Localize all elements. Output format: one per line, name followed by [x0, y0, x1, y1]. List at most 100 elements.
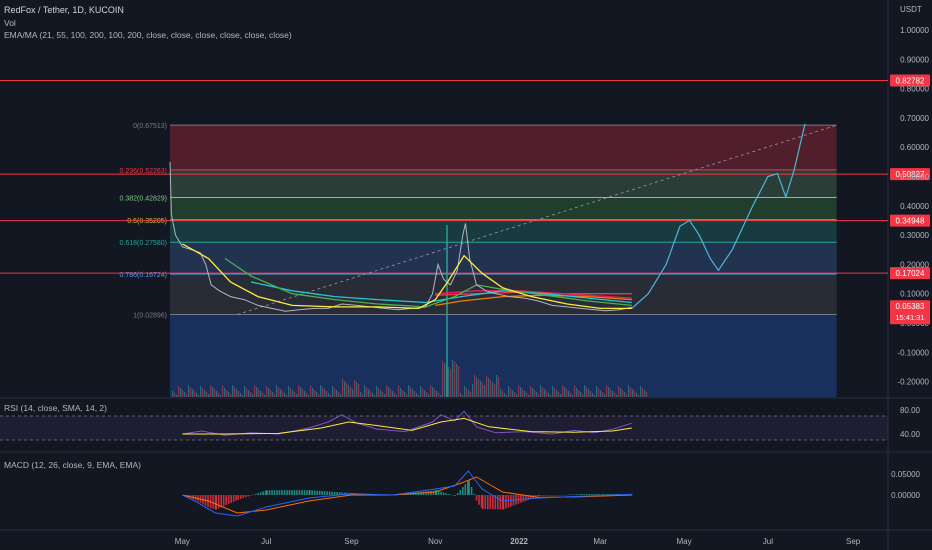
- macd-histogram-bar: [459, 490, 462, 495]
- macd-histogram-bar: [296, 490, 298, 495]
- macd-histogram-bar: [548, 495, 550, 496]
- volume-bar: [642, 388, 644, 397]
- volume-bar: [510, 388, 512, 397]
- macd-histogram-bar: [600, 494, 603, 495]
- volume-bar: [560, 394, 562, 397]
- macd-histogram-bar: [323, 491, 326, 495]
- macd-histogram-bar: [475, 495, 478, 501]
- volume-bar: [504, 393, 506, 397]
- rsi-tick-label: 80.00: [900, 406, 921, 415]
- volume-bar: [420, 386, 422, 397]
- macd-histogram-bar: [321, 491, 323, 495]
- volume-bar: [624, 392, 626, 397]
- volume-bar: [640, 386, 642, 397]
- macd-histogram-bar: [452, 495, 455, 496]
- macd-histogram-bar: [598, 494, 601, 495]
- macd-histogram-bar: [306, 490, 308, 495]
- macd-histogram-bar: [326, 491, 328, 495]
- volume-bar: [188, 385, 190, 397]
- volume-bar: [288, 386, 290, 397]
- volume-bar: [232, 385, 234, 397]
- volume-bar: [298, 385, 300, 397]
- macd-histogram-bar: [553, 495, 555, 496]
- volume-bar: [260, 391, 262, 397]
- volume-bar: [202, 388, 204, 397]
- y-tick-label: -0.10000: [897, 348, 929, 357]
- macd-histogram-bar: [283, 490, 286, 495]
- volume-bar: [546, 391, 548, 397]
- volume-bar: [172, 391, 174, 397]
- volume-bar: [506, 395, 508, 397]
- volume-bar: [294, 392, 296, 397]
- ema-ma-label: EMA/MA (21, 55, 100, 200, 100, 200, clos…: [4, 30, 292, 40]
- fib-zone: [170, 219, 837, 243]
- volume-bar: [290, 388, 292, 397]
- volume-bar: [436, 391, 438, 397]
- volume-bar: [364, 385, 366, 397]
- volume-bar: [266, 386, 268, 397]
- fib-label: 0.5(0.35205): [127, 218, 167, 225]
- x-tick-label: Jul: [261, 537, 271, 546]
- volume-bar: [180, 388, 182, 397]
- volume-bar: [438, 393, 440, 397]
- volume-bar: [368, 389, 370, 397]
- volume-bar: [502, 391, 504, 397]
- volume-bar: [534, 390, 536, 397]
- volume-bar: [206, 392, 208, 397]
- macd-histogram-bar: [563, 494, 565, 496]
- volume-bar: [518, 385, 520, 397]
- volume-bar: [422, 388, 424, 397]
- macd-histogram-bar: [573, 494, 575, 495]
- volume-bar: [454, 362, 456, 397]
- macd-histogram-bar: [593, 494, 596, 495]
- volume-bar: [414, 391, 416, 397]
- volume-bar: [230, 394, 232, 397]
- volume-bar: [572, 395, 574, 397]
- x-tick-label: May: [175, 537, 190, 546]
- volume-bar: [564, 387, 566, 397]
- macd-histogram-bar: [268, 490, 271, 495]
- volume-bar: [220, 395, 222, 397]
- volume-bar: [542, 387, 544, 397]
- volume-bar: [222, 386, 224, 397]
- volume-bar: [508, 386, 510, 397]
- volume-bar: [374, 395, 376, 397]
- volume-bar: [280, 389, 282, 397]
- macd-histogram-bar: [430, 490, 432, 495]
- tradingview-chart[interactable]: 0(0.67513) 0.236(0.52263) 0.382(0.42829) 0.…: [0, 0, 932, 550]
- volume-bar: [426, 392, 428, 397]
- volume-bar: [462, 395, 464, 397]
- volume-bar: [618, 386, 620, 397]
- volume-bar: [394, 393, 396, 397]
- volume-bar: [616, 395, 618, 397]
- volume-bar: [608, 387, 610, 397]
- macd-histogram-bar: [457, 493, 459, 495]
- volume-bar: [474, 375, 476, 397]
- volume-bar: [598, 388, 600, 397]
- volume-bar: [236, 389, 238, 397]
- volume-bar: [254, 385, 256, 397]
- macd-histogram-bar: [262, 491, 264, 495]
- macd-histogram-bar: [215, 495, 217, 510]
- volume-bar: [184, 392, 186, 397]
- volume-bar: [586, 387, 588, 397]
- macd-histogram-bar: [276, 490, 278, 495]
- macd-histogram-bar: [570, 494, 573, 495]
- volume-bar: [198, 395, 200, 397]
- volume-bar: [268, 388, 270, 397]
- macd-histogram-bar: [298, 490, 301, 495]
- volume-bar: [366, 387, 368, 397]
- volume-bar: [612, 391, 614, 397]
- macd-histogram-bar: [303, 490, 306, 495]
- volume-bar: [466, 388, 468, 397]
- y-tick-label: 0.60000: [900, 143, 929, 152]
- volume-bar: [224, 388, 226, 397]
- volume-bar: [378, 388, 380, 397]
- macd-histogram-bar: [244, 495, 247, 498]
- volume-bar: [204, 390, 206, 397]
- volume-bar: [404, 392, 406, 397]
- macd-histogram-bar: [520, 495, 522, 503]
- volume-bar: [216, 391, 218, 397]
- volume-bar: [296, 394, 298, 397]
- volume-bar: [412, 389, 414, 397]
